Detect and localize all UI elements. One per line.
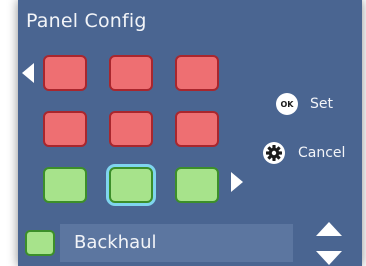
- tile-red[interactable]: [43, 111, 87, 147]
- cancel-button[interactable]: Cancel: [262, 141, 345, 165]
- ok-icon: OK: [276, 93, 298, 115]
- tile-red[interactable]: [109, 111, 153, 147]
- chevron-right-icon[interactable]: [231, 172, 243, 192]
- chevron-left-icon[interactable]: [22, 63, 34, 83]
- tile-red[interactable]: [175, 111, 219, 147]
- tile-selected[interactable]: [109, 167, 153, 203]
- set-button[interactable]: OK Set: [276, 93, 333, 115]
- triangle-down-icon[interactable]: [316, 251, 342, 265]
- triangle-up-icon[interactable]: [316, 222, 342, 236]
- set-label: Set: [310, 96, 333, 112]
- tile-red[interactable]: [43, 55, 87, 91]
- gear-icon: [263, 142, 285, 164]
- tile-red[interactable]: [109, 55, 153, 91]
- tile-red[interactable]: [175, 55, 219, 91]
- window-title: Panel Config: [26, 10, 147, 32]
- name-value: Backhaul: [74, 232, 157, 253]
- cancel-label: Cancel: [298, 145, 346, 161]
- color-swatch: [25, 230, 55, 256]
- tile-green[interactable]: [175, 167, 219, 203]
- tile-green[interactable]: [43, 167, 87, 203]
